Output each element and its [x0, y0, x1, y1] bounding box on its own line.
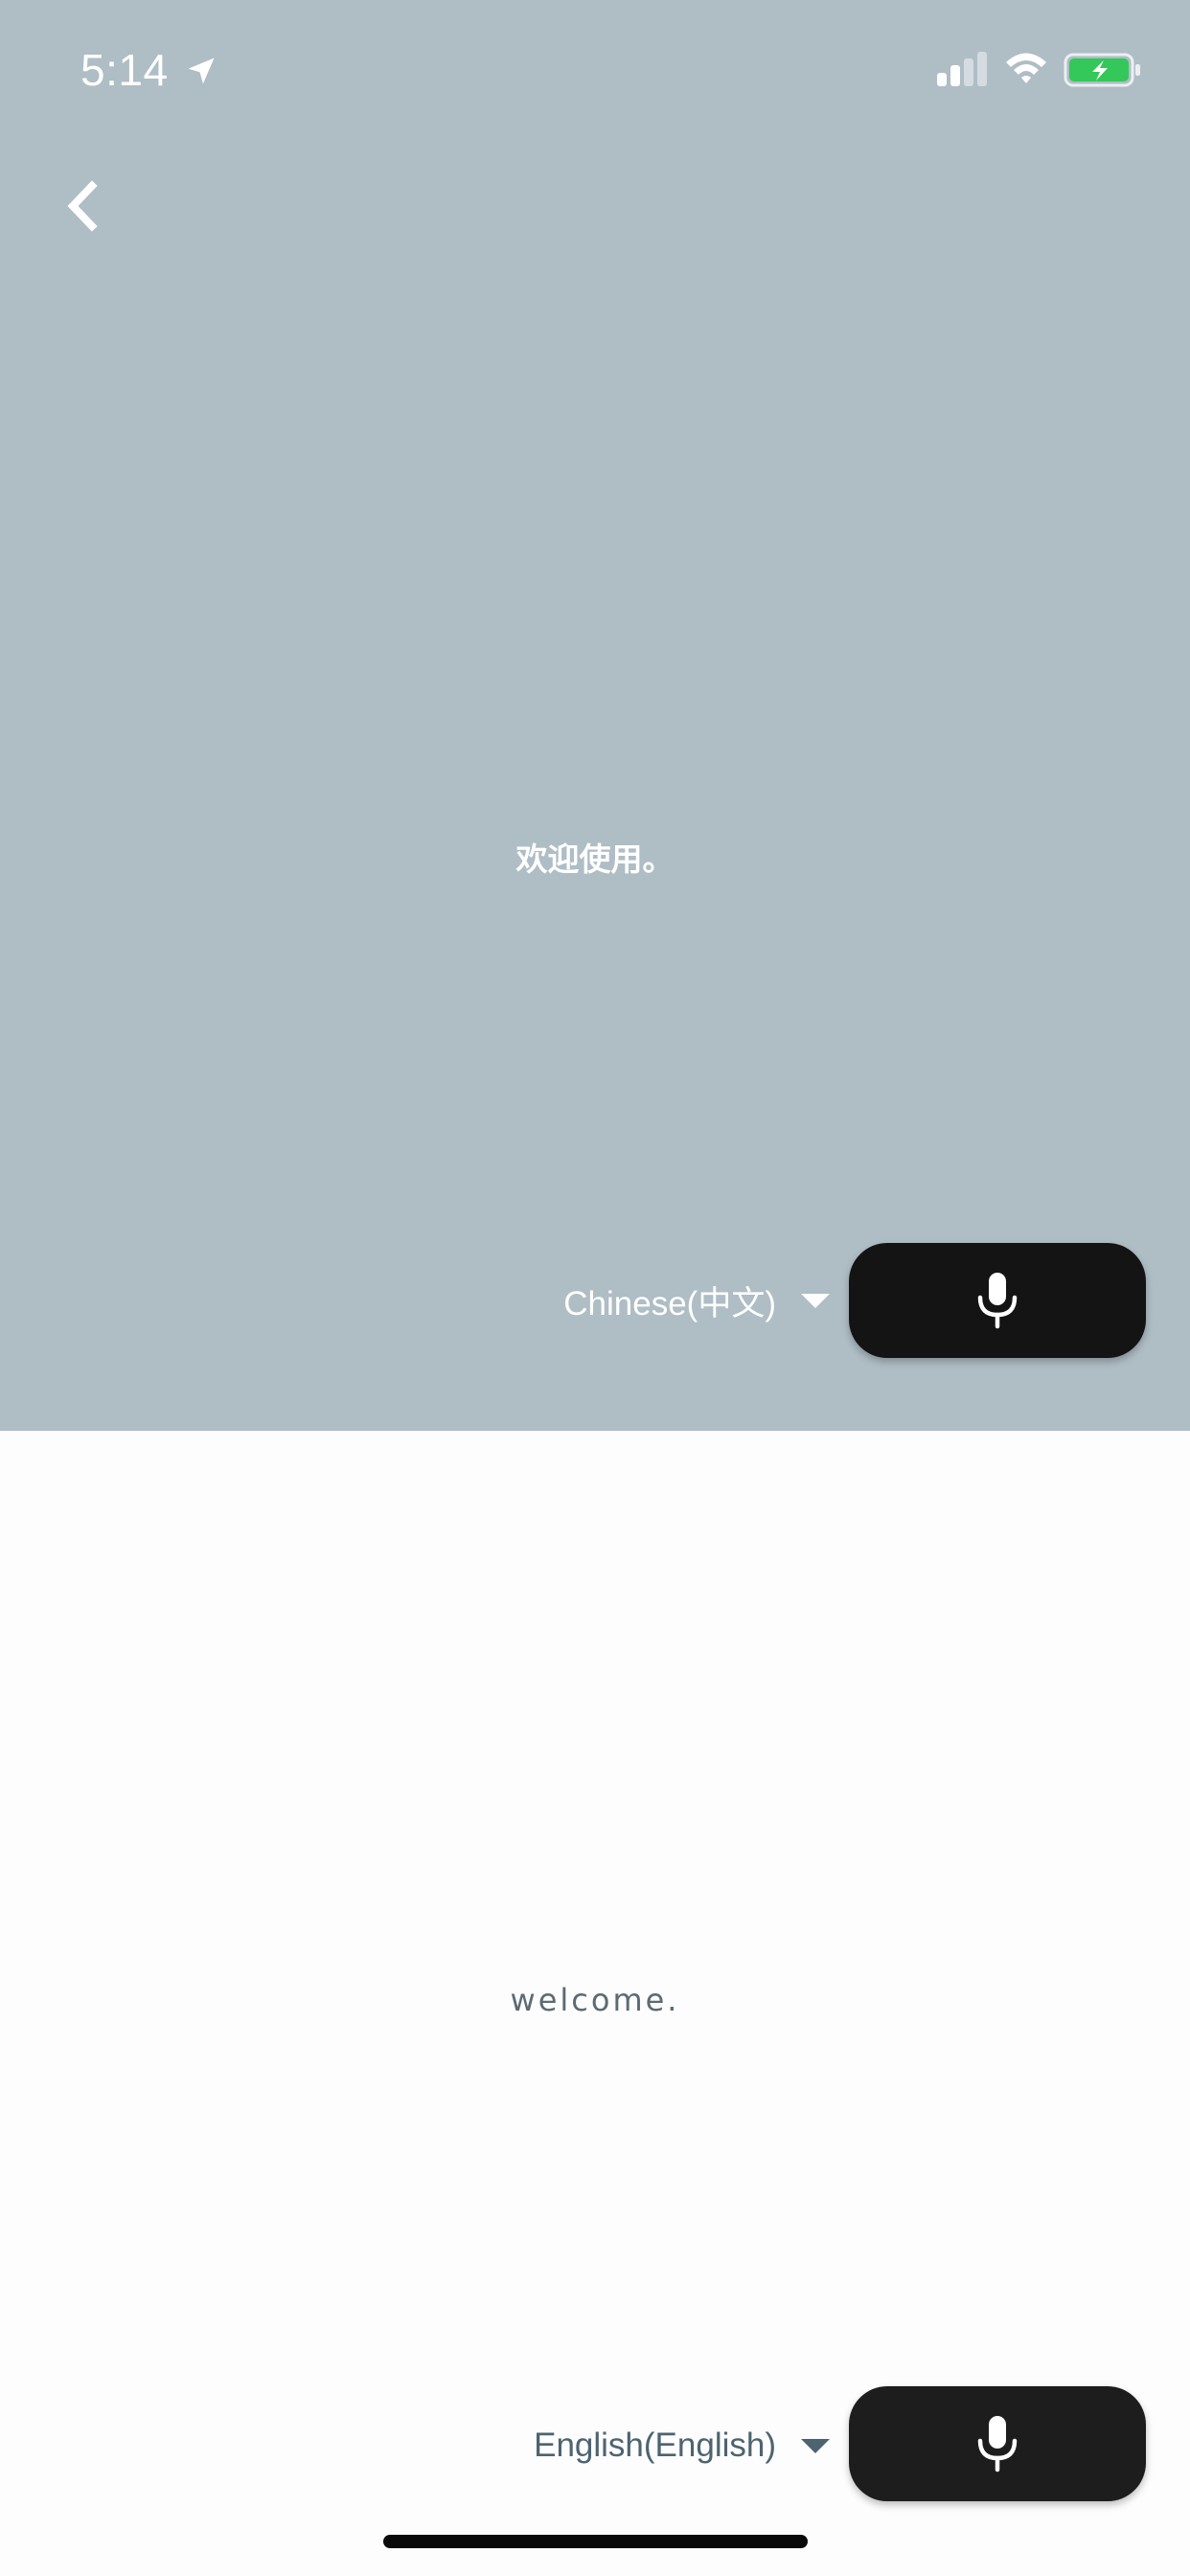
chevron-left-icon	[67, 180, 98, 232]
source-mic-button[interactable]	[849, 1243, 1146, 1358]
microphone-icon	[977, 1273, 1018, 1329]
status-bar: 5:14	[0, 0, 1190, 144]
target-language-label: English(English)	[534, 2426, 776, 2464]
microphone-icon	[977, 2416, 1018, 2472]
home-indicator[interactable]	[383, 2535, 808, 2548]
source-language-label: Chinese(中文)	[563, 1284, 776, 1322]
back-button[interactable]	[52, 172, 119, 240]
target-mic-button[interactable]	[849, 2386, 1146, 2501]
source-text: 欢迎使用。	[515, 840, 675, 878]
battery-charging-icon	[1064, 53, 1140, 87]
source-language-selector[interactable]: Chinese(中文)	[563, 1272, 830, 1329]
caret-down-icon	[801, 1293, 830, 1308]
wifi-icon	[1006, 53, 1046, 83]
caret-down-icon	[801, 2438, 830, 2453]
target-language-selector[interactable]: English(English)	[534, 2417, 830, 2474]
translator-screen: 5:14 欢迎使用。 Chinese(中文) welcome. English(…	[0, 0, 1190, 2576]
source-pane: 5:14 欢迎使用。 Chinese(中文)	[0, 0, 1190, 1431]
location-arrow-icon	[188, 58, 215, 84]
signal-icon	[937, 52, 987, 86]
target-text: welcome.	[510, 1982, 680, 2018]
status-time: 5:14	[80, 45, 169, 95]
